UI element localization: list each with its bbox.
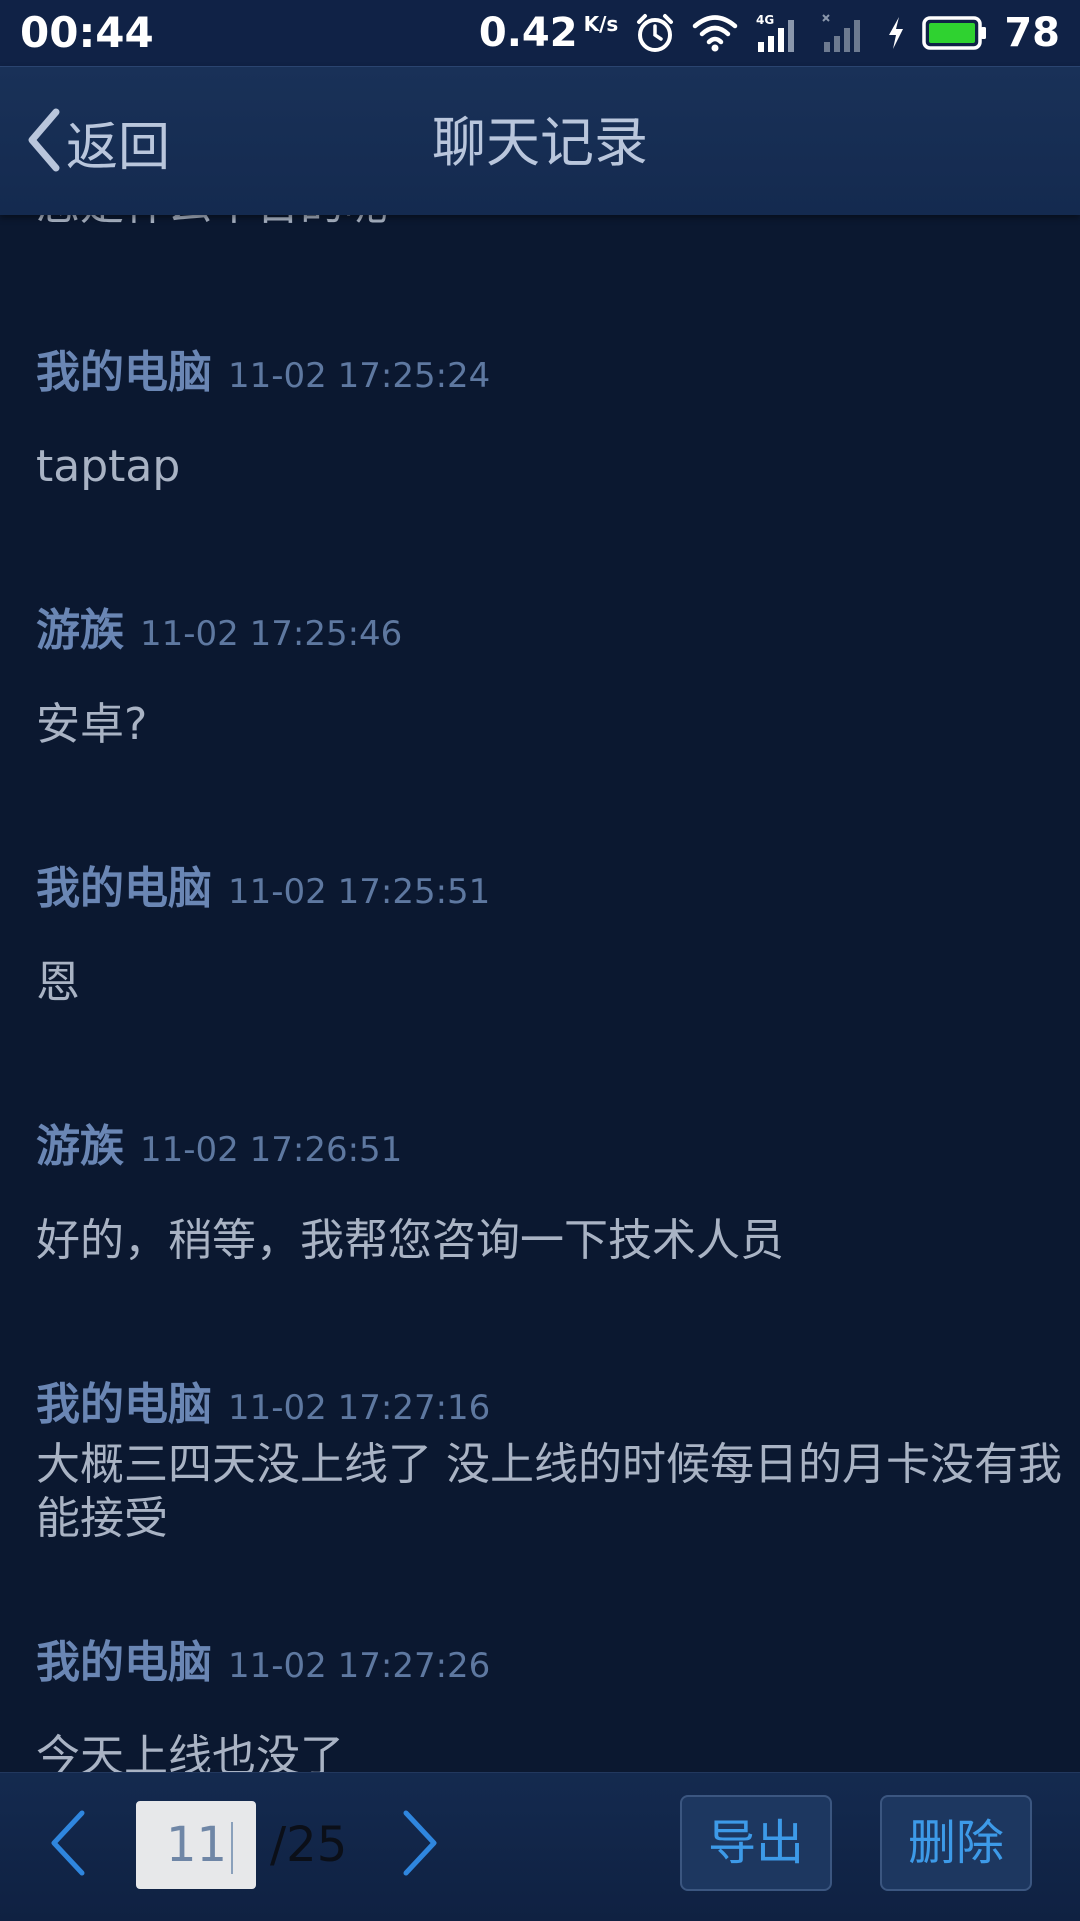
wifi-icon — [692, 13, 738, 53]
message-timestamp: 11-02 17:26:51 — [140, 1130, 403, 1170]
text-caret — [231, 1822, 234, 1874]
network-speed-unit: K/s — [583, 12, 619, 36]
prev-page-button[interactable] — [46, 1807, 106, 1887]
network-speed: 0.42 K/s — [479, 10, 618, 56]
message-text: taptap — [36, 441, 181, 492]
message-header: 我的电脑 11-02 17:27:16 — [36, 1368, 1056, 1432]
svg-text:4G: 4G — [756, 13, 774, 27]
chat-message: 我的电脑 11-02 17:27:26 今天上线也没了 — [36, 1626, 1056, 1772]
message-timestamp: 11-02 17:27:16 — [228, 1388, 491, 1428]
status-bar: 00:44 0.42 K/s 4G 78 — [0, 0, 1080, 66]
message-text: 大概三四天没上线了 没上线的时候每日的月卡没有我能接受 — [36, 1439, 1062, 1544]
sender-name: 游族 — [36, 1121, 124, 1172]
chat-message: 我的电脑 11-02 17:25:51 恩 — [36, 852, 1056, 1010]
chevron-left-icon — [46, 1810, 90, 1883]
chat-message: 游族 11-02 17:26:51 好的，稍等，我帮您咨询一下技术人员 — [36, 1110, 1056, 1268]
next-page-button[interactable] — [398, 1807, 458, 1887]
page-number-value: 11 — [166, 1817, 228, 1873]
battery-icon — [922, 15, 988, 51]
message-timestamp: 11-02 17:25:46 — [140, 614, 403, 654]
signal-empty-icon — [820, 12, 870, 54]
chat-message: 我的电脑 11-02 17:27:16 大概三四天没上线了 没上线的时候每日的月… — [36, 1368, 1062, 1546]
message-timestamp: 11-02 17:25:24 — [228, 356, 491, 396]
status-time: 00:44 — [20, 8, 154, 57]
sender-name: 我的电脑 — [36, 1637, 212, 1688]
chevron-right-icon — [398, 1810, 442, 1883]
message-text: 您是什么平台的呢 — [36, 214, 1056, 232]
message-text: 今天上线也没了 — [36, 1731, 344, 1772]
message-header: 我的电脑 11-02 17:27:26 — [36, 1626, 1056, 1690]
message-header: 我的电脑 11-02 17:25:51 — [36, 852, 1056, 916]
message-header: 游族 11-02 17:26:51 — [36, 1110, 1056, 1174]
sender-name: 游族 — [36, 605, 124, 656]
chat-log[interactable]: 您是什么平台的呢 我的电脑 11-02 17:25:24 taptap 游族 1… — [0, 214, 1080, 1772]
message-header: 游族 11-02 17:25:46 — [36, 594, 1056, 658]
status-indicators: 0.42 K/s 4G 78 — [479, 0, 1060, 66]
message-text: 安卓? — [36, 699, 148, 750]
page-number-input[interactable]: 11 — [136, 1801, 256, 1889]
alarm-icon — [634, 12, 676, 54]
network-speed-value: 0.42 — [478, 10, 578, 56]
sender-name: 我的电脑 — [36, 347, 212, 398]
sender-name: 我的电脑 — [36, 863, 212, 914]
export-button[interactable]: 导出 — [680, 1795, 832, 1891]
sender-name: 我的电脑 — [36, 1379, 212, 1430]
message-timestamp: 11-02 17:27:26 — [228, 1646, 491, 1686]
chat-message: 我的电脑 11-02 17:25:24 taptap — [36, 336, 1056, 494]
chat-message: 您是什么平台的呢 — [36, 214, 1056, 232]
app-header: 返回 聊天记录 — [0, 66, 1080, 215]
signal-4g-icon: 4G — [754, 12, 804, 54]
delete-button[interactable]: 删除 — [880, 1795, 1032, 1891]
pagination-bar: 11 /25 导出 删除 — [0, 1772, 1080, 1921]
charging-icon — [886, 15, 906, 51]
page-title: 聊天记录 — [432, 111, 648, 174]
message-text: 恩 — [36, 957, 80, 1008]
battery-level: 78 — [1004, 10, 1060, 56]
message-header: 我的电脑 11-02 17:25:24 — [36, 336, 1056, 400]
message-text: 好的，稍等，我帮您咨询一下技术人员 — [36, 1215, 784, 1266]
message-timestamp: 11-02 17:25:51 — [228, 872, 491, 912]
chat-message: 游族 11-02 17:25:46 安卓? — [36, 594, 1056, 752]
page-total: /25 — [270, 1817, 348, 1873]
